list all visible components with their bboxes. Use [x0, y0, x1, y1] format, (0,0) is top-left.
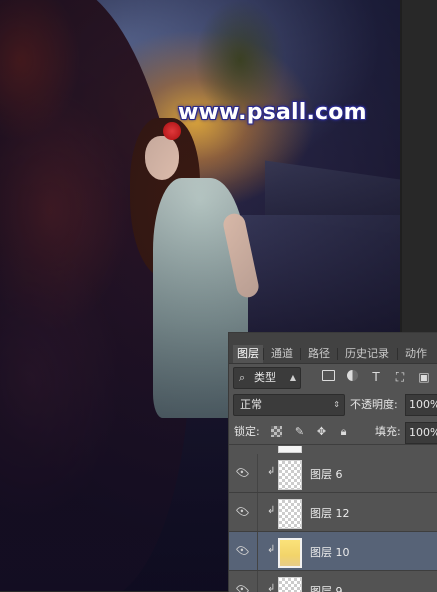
- opacity-input[interactable]: 100%: [405, 394, 437, 416]
- layer-thumbnail: [278, 538, 302, 568]
- tab-separator: [337, 348, 338, 360]
- gutter-edge: [400, 0, 402, 332]
- visibility-toggle[interactable]: [229, 493, 258, 531]
- layer-list: ↲ 图层 6 ↲ 图层 12 ↲ 图层 10 ↲ 图层 9: [229, 446, 437, 592]
- search-icon: ⌕: [239, 371, 246, 384]
- layer-row[interactable]: ↲ 图层 12: [229, 493, 437, 532]
- lock-transparent-pixels-icon[interactable]: [271, 426, 282, 437]
- lock-row: 锁定: ✎ ✥ 🔒︎ 填充: 100%: [229, 420, 437, 445]
- tab-actions[interactable]: 动作: [401, 345, 431, 363]
- clipping-mask-icon: ↲: [267, 544, 276, 555]
- layer-filter-row: ⌕ 类型 ▲ T ⛶ ▣: [229, 366, 437, 390]
- layer-row[interactable]: ↲ 图层 9: [229, 571, 437, 592]
- panel-tabs: 图层 通道 路径 历史记录 动作: [229, 333, 437, 364]
- workspace-gutter: [400, 0, 437, 332]
- tab-separator: [397, 348, 398, 360]
- lock-all-icon[interactable]: 🔒︎: [337, 425, 350, 438]
- opacity-label: 不透明度:: [350, 398, 398, 411]
- visibility-toggle[interactable]: [229, 571, 258, 592]
- chevron-updown-icon: ▲: [289, 373, 296, 382]
- chevron-updown-icon: ⇕: [333, 400, 340, 409]
- lock-position-icon[interactable]: ✥: [315, 425, 328, 438]
- shape-filter-icon[interactable]: ⛶: [393, 370, 407, 384]
- lock-label: 锁定:: [234, 425, 260, 438]
- eye-icon: [235, 465, 250, 480]
- adjustment-filter-icon[interactable]: [345, 370, 359, 384]
- fill-input[interactable]: 100%: [405, 422, 437, 444]
- layer-thumbnail: [278, 577, 302, 592]
- visibility-toggle[interactable]: [229, 454, 258, 492]
- smart-object-filter-icon[interactable]: ▣: [417, 370, 431, 384]
- layer-row-selected[interactable]: ↲ 图层 10: [229, 532, 437, 571]
- tab-channels[interactable]: 通道: [267, 345, 297, 363]
- tab-paths[interactable]: 路径: [304, 345, 334, 363]
- layer-row[interactable]: ↲ 图层 6: [229, 454, 437, 493]
- clipping-mask-icon: ↲: [267, 466, 276, 477]
- type-filter-icon[interactable]: T: [369, 370, 383, 384]
- filter-kind-label: 类型: [254, 371, 276, 384]
- layer-thumbnail: [278, 499, 302, 529]
- fill-label: 填充:: [375, 425, 401, 438]
- layer-name: 图层 6: [310, 468, 343, 481]
- layers-panel: 图层 通道 路径 历史记录 动作 ⌕ 类型 ▲ T ⛶ ▣ 正常 ⇕ 不透明度:…: [228, 332, 437, 592]
- tab-history[interactable]: 历史记录: [341, 345, 393, 363]
- watermark-text: www.psall.com: [178, 100, 367, 125]
- layer-name: 图层 10: [310, 546, 350, 559]
- clipping-mask-icon: ↲: [267, 505, 276, 516]
- layer-thumbnail: [278, 446, 302, 453]
- tab-layers[interactable]: 图层: [233, 345, 263, 363]
- layer-name: 图层 12: [310, 507, 350, 520]
- filter-kind-select[interactable]: ⌕ 类型 ▲: [233, 367, 301, 389]
- blend-row: 正常 ⇕ 不透明度: 100%: [229, 393, 437, 417]
- tab-separator: [263, 348, 264, 360]
- visibility-toggle[interactable]: [229, 532, 258, 570]
- eye-icon: [235, 504, 250, 519]
- lock-image-pixels-icon[interactable]: ✎: [293, 425, 306, 438]
- blend-mode-select[interactable]: 正常 ⇕: [233, 394, 345, 416]
- image-filter-icon[interactable]: [321, 370, 335, 384]
- layer-thumbnail: [278, 460, 302, 490]
- eye-icon: [235, 543, 250, 558]
- tab-separator: [300, 348, 301, 360]
- blend-mode-value: 正常: [240, 398, 262, 411]
